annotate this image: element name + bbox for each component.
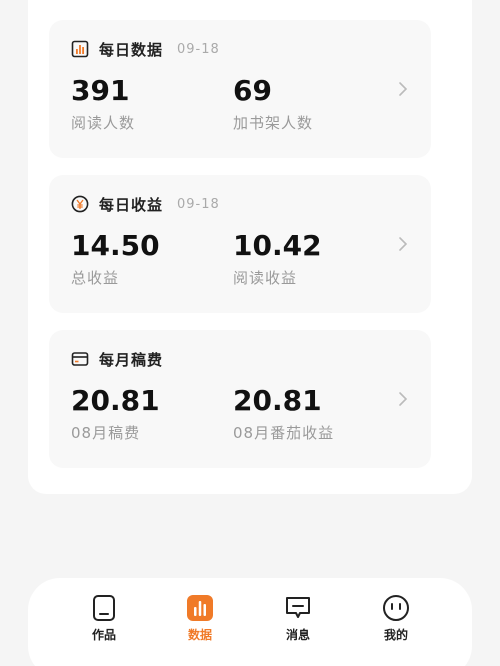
card-header: 每月稿费 xyxy=(71,348,163,370)
metric-value: 20.81 xyxy=(233,384,322,417)
card-title: 每日收益 xyxy=(99,195,164,214)
metric-total-income: 14.50 总收益 xyxy=(71,229,160,288)
metric-label: 阅读人数 xyxy=(71,114,136,132)
tab-label: 消息 xyxy=(285,628,310,642)
daily-income-card[interactable]: 每日收益 09-18 14.50 总收益 10.42 阅读收益 xyxy=(49,175,431,313)
tab-label: 数据 xyxy=(187,628,212,642)
card-date: 09-18 xyxy=(177,196,220,212)
card-title: 每日数据 xyxy=(99,40,164,59)
tab-works[interactable]: 作品 xyxy=(74,594,134,643)
card-title: 每月稿费 xyxy=(99,350,164,369)
metric-monthly-royalty: 20.81 08月稿费 xyxy=(71,384,160,443)
metric-label: 阅读收益 xyxy=(233,269,298,287)
metric-value: 10.42 xyxy=(233,229,322,262)
metric-label: 加书架人数 xyxy=(233,114,314,132)
face-icon xyxy=(383,595,409,621)
card-date: 09-18 xyxy=(177,41,220,57)
yen-coin-icon xyxy=(71,195,89,213)
metric-value: 69 xyxy=(233,74,272,107)
book-icon xyxy=(93,595,115,621)
tab-data[interactable]: 数据 xyxy=(170,594,230,643)
bottom-tab-bar: 作品 数据 消息 我的 xyxy=(28,578,472,666)
monthly-royalty-card[interactable]: 每月稿费 20.81 08月稿费 20.81 08月番茄收益 xyxy=(49,330,431,468)
metric-label: 08月番茄收益 xyxy=(233,424,335,442)
chevron-right-icon[interactable] xyxy=(397,390,409,408)
metric-value: 391 xyxy=(71,74,130,107)
tab-label: 作品 xyxy=(91,628,116,642)
metric-label: 总收益 xyxy=(71,269,120,287)
metric-readers: 391 阅读人数 xyxy=(71,74,135,133)
metric-bookshelf-adds: 69 加书架人数 xyxy=(233,74,313,133)
metric-reading-income: 10.42 阅读收益 xyxy=(233,229,322,288)
bar-chart-icon xyxy=(71,40,89,58)
tab-messages[interactable]: 消息 xyxy=(268,594,328,643)
chevron-right-icon[interactable] xyxy=(397,235,409,253)
card-header: 每日数据 09-18 xyxy=(71,38,220,60)
daily-data-card[interactable]: 每日数据 09-18 391 阅读人数 69 加书架人数 xyxy=(49,20,431,158)
tab-me[interactable]: 我的 xyxy=(366,594,426,643)
metric-value: 14.50 xyxy=(71,229,160,262)
card-header: 每日收益 09-18 xyxy=(71,193,220,215)
data-chart-icon xyxy=(187,595,213,621)
metric-value: 20.81 xyxy=(71,384,160,417)
metric-label: 08月稿费 xyxy=(71,424,141,442)
message-icon xyxy=(286,597,310,618)
tab-label: 我的 xyxy=(383,628,408,642)
card-icon xyxy=(71,350,89,368)
metric-tomato-income: 20.81 08月番茄收益 xyxy=(233,384,334,443)
chevron-right-icon[interactable] xyxy=(397,80,409,98)
